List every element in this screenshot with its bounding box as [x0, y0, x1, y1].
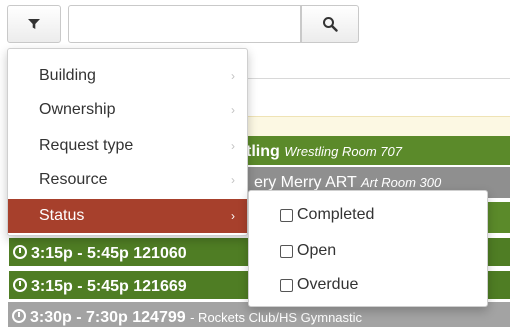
event-location: - Rockets Club/HS Gymnastic: [190, 310, 363, 325]
magnifier-icon: [323, 17, 338, 32]
status-submenu: Completed Open Overdue: [248, 190, 488, 307]
clock-icon: [13, 278, 27, 292]
menu-item-building[interactable]: Building ›: [8, 59, 247, 93]
chevron-right-icon: ›: [231, 173, 235, 187]
search-button[interactable]: [301, 5, 359, 43]
menu-item-status[interactable]: Status ›: [8, 199, 247, 233]
event-title: tling: [246, 143, 280, 160]
option-label: Open: [297, 242, 337, 259]
option-label: Overdue: [297, 276, 359, 293]
event-title: 3:15p - 5:45p 121669: [31, 278, 187, 295]
menu-item-label: Ownership: [39, 101, 116, 118]
status-option-completed[interactable]: Completed: [280, 203, 374, 227]
checkbox[interactable]: [280, 278, 293, 292]
menu-item-label: Status: [39, 207, 85, 224]
checkbox[interactable]: [280, 208, 293, 222]
notice-bar: [240, 116, 510, 137]
event-location: Art Room 300: [361, 175, 442, 190]
menu-item-request-type[interactable]: Request type ›: [8, 129, 247, 163]
clock-icon: [13, 245, 27, 259]
chevron-right-icon: ›: [231, 69, 235, 83]
menu-item-label: Request type: [39, 137, 134, 154]
event-location: Wrestling Room 707: [284, 144, 402, 159]
menu-item-label: Resource: [39, 171, 108, 188]
checkbox[interactable]: [280, 244, 293, 258]
menu-item-label: Building: [39, 67, 96, 84]
chevron-right-icon: ›: [231, 103, 235, 117]
event-title: ery Merry ART: [254, 174, 357, 191]
event-title: 3:15p - 5:45p 121060: [31, 245, 187, 262]
status-option-overdue[interactable]: Overdue: [280, 273, 358, 297]
filter-dropdown-menu: Building › Ownership › Request type › Re…: [7, 48, 248, 236]
filter-button[interactable]: [7, 5, 61, 43]
clock-icon: [12, 309, 26, 323]
option-label: Completed: [297, 206, 375, 223]
status-option-open[interactable]: Open: [280, 239, 336, 263]
chevron-right-icon: ›: [231, 209, 235, 223]
funnel-icon: [28, 19, 40, 29]
menu-item-resource[interactable]: Resource ›: [8, 163, 247, 197]
menu-item-ownership[interactable]: Ownership ›: [8, 93, 247, 127]
calendar-header: [240, 78, 510, 116]
stage: tling Wrestling Room 707 ery Merry ART A…: [0, 0, 510, 327]
event-title: 3:30p - 7:30p 124799: [30, 309, 186, 326]
chevron-right-icon: ›: [231, 139, 235, 153]
search-input[interactable]: [68, 5, 301, 43]
